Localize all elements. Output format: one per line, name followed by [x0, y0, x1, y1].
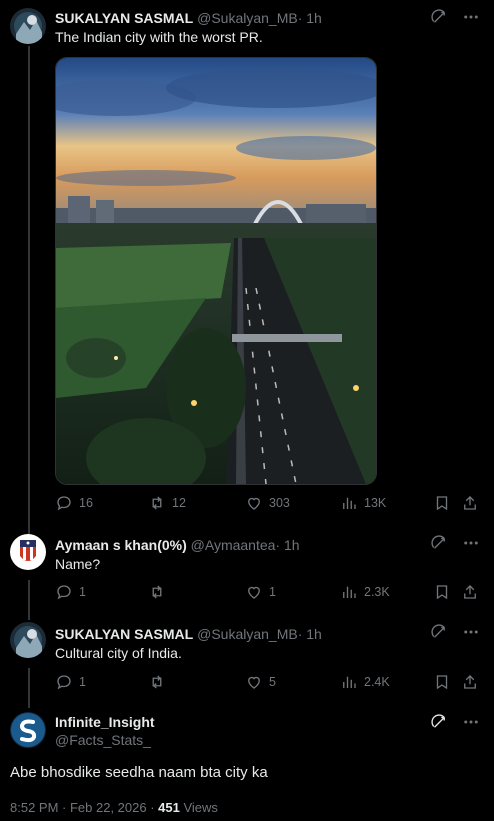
- views-button[interactable]: 13K: [340, 494, 386, 512]
- like-button[interactable]: 1: [245, 583, 276, 601]
- retweet-icon: [152, 496, 162, 510]
- more-icon[interactable]: [462, 8, 480, 26]
- like-count: 303: [269, 496, 290, 510]
- action-bar: 1 5 2.4K: [55, 673, 480, 693]
- tweet-photo[interactable]: [55, 57, 377, 485]
- share-button[interactable]: [461, 673, 479, 691]
- reply-count: 1: [79, 675, 86, 689]
- author-handle[interactable]: @Facts_Stats_: [55, 732, 151, 748]
- bookmark-button[interactable]: [433, 673, 451, 691]
- reply-count: 1: [79, 585, 86, 599]
- retweet-icon: [152, 585, 162, 599]
- reply-button[interactable]: 1: [55, 673, 86, 691]
- views-count: 2.3K: [364, 585, 390, 599]
- reply-button[interactable]: 1: [55, 583, 86, 601]
- dot-separator: ·: [275, 537, 281, 553]
- tweet-2[interactable]: Aymaan s khan(0%) @Aymaantea· 1h Name? 1…: [0, 524, 494, 614]
- bookmark-icon: [436, 675, 448, 690]
- focused-tweet[interactable]: Infinite_Insight @Facts_Stats_ Abe bhosd…: [0, 706, 494, 821]
- author-handle[interactable]: @Sukalyan_MB: [197, 10, 298, 26]
- reply-count: 16: [79, 496, 93, 510]
- avatar[interactable]: [10, 712, 46, 748]
- like-icon: [248, 497, 260, 510]
- like-button[interactable]: 303: [245, 494, 290, 512]
- reply-icon: [57, 496, 71, 511]
- tweet-text: Cultural city of India.: [55, 645, 182, 661]
- author-name[interactable]: Aymaan s khan(0%): [55, 537, 187, 553]
- tweet-timestamp[interactable]: 8:52 PM · Feb 22, 2026 ·: [10, 800, 155, 815]
- tweet-time[interactable]: 1h: [306, 626, 322, 642]
- bookmark-icon: [436, 496, 448, 511]
- author-name[interactable]: SUKALYAN SASMAL: [55, 626, 193, 642]
- grok-icon[interactable]: [430, 713, 448, 731]
- like-button[interactable]: 5: [245, 673, 276, 691]
- views-icon: [343, 497, 356, 509]
- retweet-button[interactable]: 12: [148, 494, 186, 512]
- views-count: 451: [158, 800, 180, 815]
- bookmark-button[interactable]: [433, 494, 451, 512]
- tweet-1[interactable]: SUKALYAN SASMAL @Sukalyan_MB· 1h The Ind…: [0, 0, 494, 524]
- author-handle[interactable]: @Aymaantea: [191, 537, 276, 553]
- grok-icon[interactable]: [430, 534, 448, 552]
- grok-icon[interactable]: [430, 623, 448, 641]
- views-button[interactable]: 2.4K: [340, 673, 390, 691]
- tweet-time[interactable]: 1h: [284, 537, 300, 553]
- bookmark-icon: [436, 585, 448, 600]
- views-button[interactable]: 2.3K: [340, 583, 390, 601]
- tweet-meta: 8:52 PM · Feb 22, 2026 · 451 Views: [10, 800, 218, 815]
- views-count: 2.4K: [364, 675, 390, 689]
- like-icon: [248, 586, 260, 599]
- author-handle[interactable]: @Sukalyan_MB: [197, 626, 298, 642]
- grok-icon[interactable]: [430, 8, 448, 26]
- author-name[interactable]: Infinite_Insight: [55, 714, 155, 730]
- bookmark-button[interactable]: [433, 583, 451, 601]
- like-count: 1: [269, 585, 276, 599]
- more-icon[interactable]: [462, 623, 480, 641]
- share-button[interactable]: [461, 494, 479, 512]
- tweet-text: Abe bhosdike seedha naam bta city ka: [10, 764, 268, 781]
- tweet-text: Name?: [55, 556, 101, 572]
- avatar[interactable]: [10, 622, 46, 658]
- reply-button[interactable]: 16: [55, 494, 93, 512]
- like-icon: [248, 676, 260, 689]
- share-icon: [464, 585, 476, 599]
- views-icon: [343, 676, 356, 688]
- views-icon: [343, 586, 356, 598]
- tweet-text: The Indian city with the worst PR.: [55, 29, 263, 45]
- retweet-button[interactable]: [148, 673, 172, 691]
- reply-icon: [57, 585, 71, 600]
- retweet-icon: [152, 675, 162, 689]
- more-icon[interactable]: [462, 534, 480, 552]
- retweet-count: 12: [172, 496, 186, 510]
- retweet-button[interactable]: [148, 583, 172, 601]
- tweet-3[interactable]: SUKALYAN SASMAL @Sukalyan_MB· 1h Cultura…: [0, 614, 494, 706]
- action-bar: 16 12 303 13K: [55, 494, 480, 514]
- like-count: 5: [269, 675, 276, 689]
- reply-icon: [57, 675, 71, 690]
- dot-separator: ·: [297, 626, 303, 642]
- more-icon[interactable]: [462, 713, 480, 731]
- avatar[interactable]: [10, 8, 46, 44]
- dot-separator: ·: [297, 10, 303, 26]
- share-icon: [464, 496, 476, 510]
- share-button[interactable]: [461, 583, 479, 601]
- views-label: Views: [183, 800, 218, 815]
- action-bar: 1 1 2.3K: [55, 583, 480, 603]
- author-name[interactable]: SUKALYAN SASMAL: [55, 10, 193, 26]
- tweet-time[interactable]: 1h: [306, 10, 322, 26]
- views-count: 13K: [364, 496, 387, 510]
- share-icon: [464, 675, 476, 689]
- avatar[interactable]: [10, 534, 46, 570]
